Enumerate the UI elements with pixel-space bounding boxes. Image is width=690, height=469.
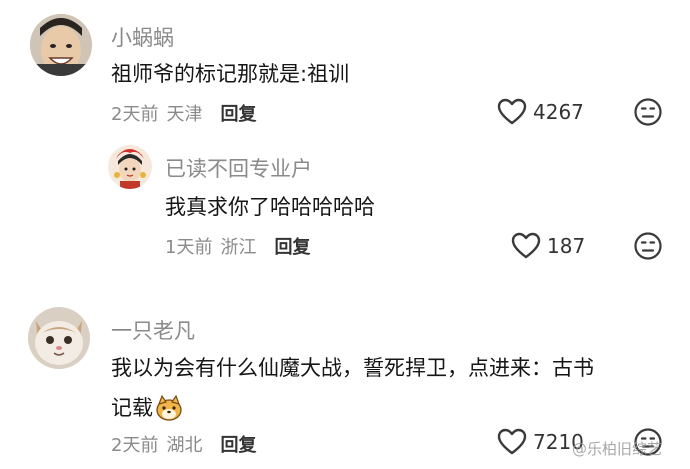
heart-outline-icon [497,98,527,125]
reply-text-line: 我真求你了哈哈哈哈哈 [165,195,375,219]
reply-meta: 1天前 浙江 回复 [165,233,310,259]
comment-location: 湖北 [166,435,203,456]
avatar-image [108,145,152,189]
reply-button[interactable]: 回复 [274,233,310,259]
comment-meta: 2天前 湖北 回复 [111,431,256,457]
neutral-face-icon [634,98,662,126]
dislike-button[interactable] [633,231,663,261]
neutral-face-icon [634,232,662,260]
watermark: @乐柏旧综艺 [572,440,663,458]
like-button[interactable]: 4267 [497,98,584,126]
comment-text: 祖师爷的标记那就是:祖训 [111,54,349,94]
comment-text-line-wrap: 记载 [111,388,671,428]
like-count: 187 [547,234,586,258]
reply-time: 1天前 [165,237,213,258]
reply-button[interactable]: 回复 [220,431,256,457]
avatar-image [28,307,90,369]
avatar[interactable] [30,14,92,76]
comment-time: 2天前 [111,435,159,456]
comment-location: 天津 [166,104,203,125]
comment-text-line: 我以为会有什么仙魔大战，誓死捍卫，点进来：古书 [111,356,594,380]
avatar[interactable] [108,145,152,189]
comment-meta: 2天前 天津 回复 [111,100,256,126]
username[interactable]: 小蜗蜗 [111,22,174,52]
reply-button[interactable]: 回复 [220,100,256,126]
comment-text-line: 记载 [111,396,153,420]
shiba-dog-emoji-icon [156,394,182,421]
like-count: 4267 [533,100,584,124]
comment-time: 2天前 [111,104,159,125]
username[interactable]: 已读不回专业户 [165,153,312,183]
comment-text: 我以为会有什么仙魔大战，誓死捍卫，点进来：古书 记载 [111,348,671,428]
like-button[interactable]: 187 [511,232,585,260]
comment-text-line: 祖师爷的标记那就是:祖训 [111,62,350,86]
avatar-image [30,14,92,76]
like-button[interactable]: 7210 [497,428,584,456]
reply-location: 浙江 [220,237,257,258]
heart-outline-icon [511,232,541,259]
heart-outline-icon [497,428,527,455]
reply-text: 我真求你了哈哈哈哈哈 [165,187,375,227]
dislike-button[interactable] [633,97,663,127]
avatar[interactable] [28,307,90,369]
username[interactable]: 一只老凡 [111,315,195,345]
